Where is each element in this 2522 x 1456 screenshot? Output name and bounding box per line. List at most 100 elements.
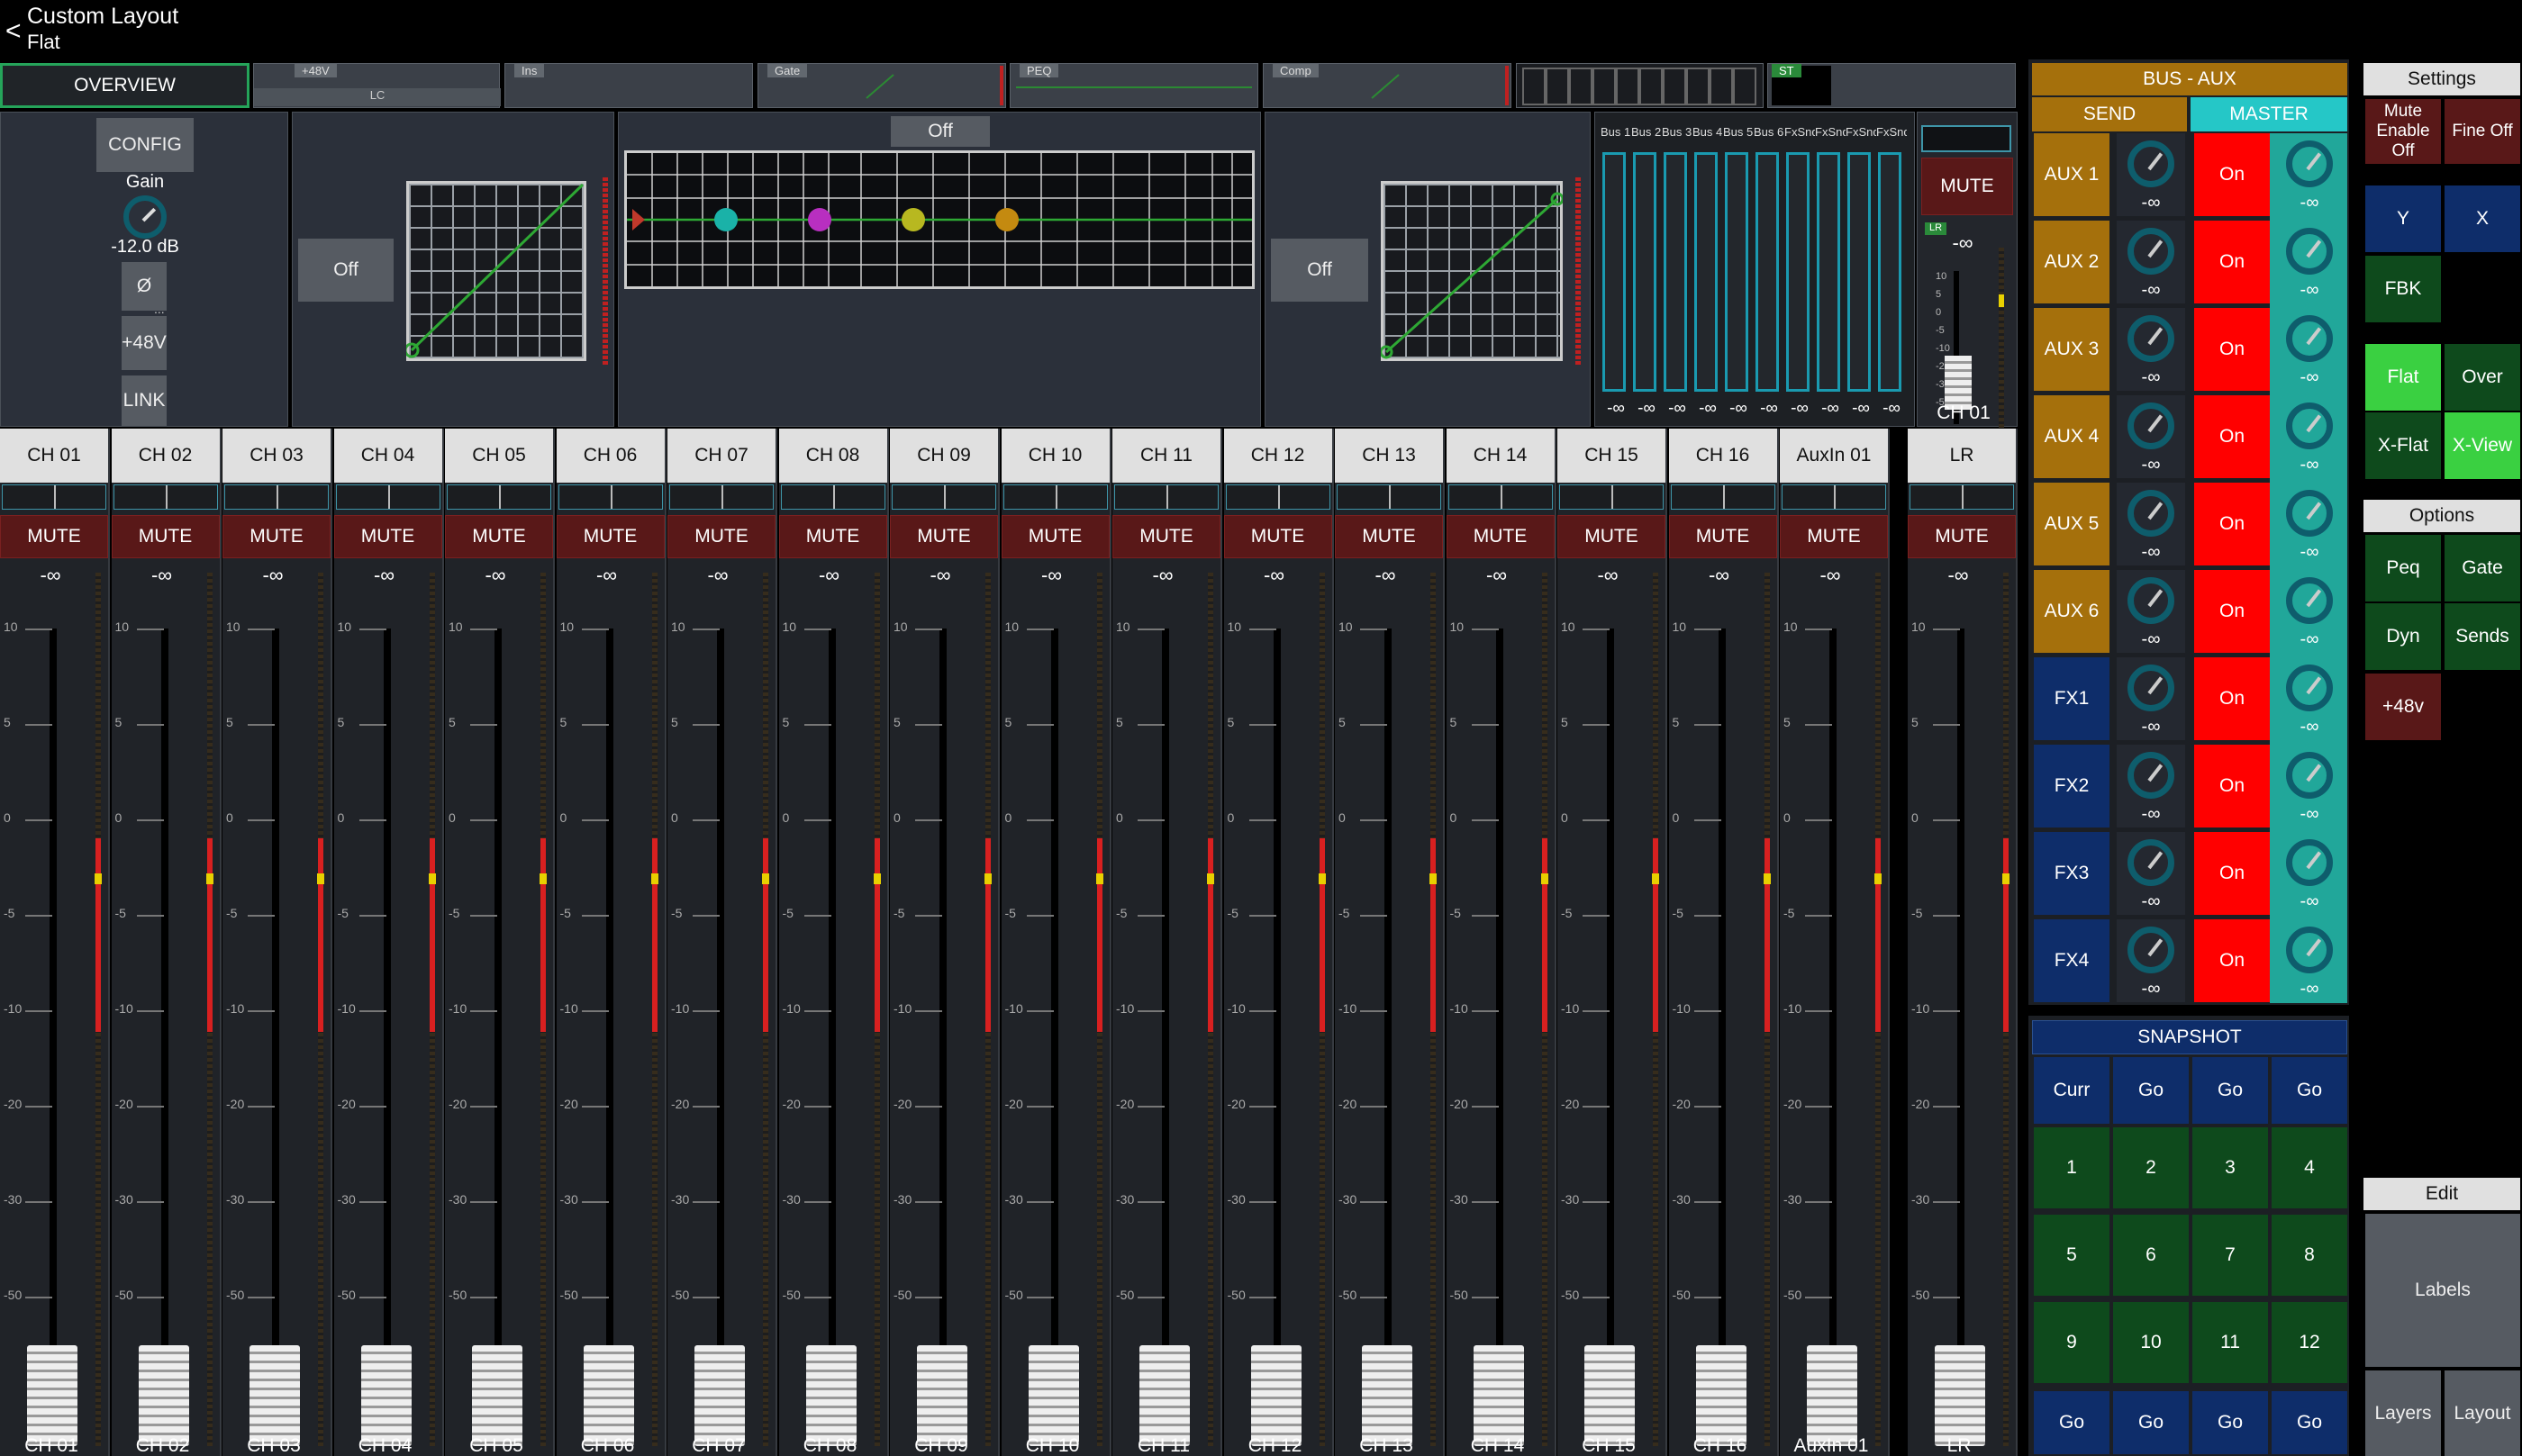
- mute-button[interactable]: MUTE: [112, 515, 220, 558]
- ins-module[interactable]: Ins: [504, 63, 753, 108]
- gate-module[interactable]: Gate: [758, 63, 1006, 108]
- send-knob[interactable]: [2127, 665, 2174, 711]
- mute-button[interactable]: MUTE: [0, 515, 108, 558]
- send-knob[interactable]: [2127, 315, 2174, 362]
- fader-cap[interactable]: [584, 1345, 634, 1446]
- xflat-button[interactable]: X-Flat: [2365, 412, 2441, 479]
- pan-slider[interactable]: [781, 484, 885, 510]
- snapshot-slot-button[interactable]: 9: [2034, 1302, 2109, 1383]
- send-tab[interactable]: SEND: [2032, 97, 2187, 131]
- opt-sends-button[interactable]: Sends: [2445, 603, 2520, 670]
- layout-button[interactable]: Layout: [2445, 1370, 2520, 1456]
- master-fader-cap[interactable]: [1935, 1345, 1985, 1446]
- master-balance[interactable]: [1910, 484, 2014, 510]
- channel-name[interactable]: CH 16: [1669, 429, 1777, 483]
- st-module[interactable]: ST: [1767, 63, 2016, 108]
- comp-off-button[interactable]: Off: [1271, 239, 1368, 302]
- xview-button[interactable]: X-View: [2445, 412, 2520, 479]
- opt-gate-button[interactable]: Gate: [2445, 535, 2520, 601]
- master-knob[interactable]: [2286, 839, 2333, 886]
- bus-select-button[interactable]: FX1: [2034, 657, 2109, 740]
- snapshot-go-button[interactable]: Go: [2034, 1391, 2109, 1454]
- y-button[interactable]: Y: [2365, 185, 2441, 252]
- master-knob[interactable]: [2286, 577, 2333, 624]
- layers-button[interactable]: Layers: [2365, 1370, 2441, 1456]
- mute-button[interactable]: MUTE: [1002, 515, 1110, 558]
- snapshot-go-button[interactable]: Go: [2272, 1391, 2347, 1454]
- snapshot-slot-button[interactable]: 12: [2272, 1302, 2347, 1383]
- channel-name[interactable]: CH 05: [445, 429, 553, 483]
- snapshot-slot-button[interactable]: 8: [2272, 1215, 2347, 1296]
- overview-tab[interactable]: OVERVIEW: [0, 63, 249, 108]
- back-icon[interactable]: <: [5, 16, 22, 47]
- selected-fader-cap[interactable]: [1945, 356, 1972, 410]
- mute-enable-button[interactable]: Mute Enable Off: [2365, 99, 2441, 164]
- channel-name[interactable]: CH 07: [667, 429, 776, 483]
- master-knob[interactable]: [2286, 490, 2333, 537]
- bus-select-button[interactable]: AUX 6: [2034, 570, 2109, 653]
- channel-name[interactable]: CH 06: [557, 429, 665, 483]
- channel-name[interactable]: CH 15: [1557, 429, 1665, 483]
- channel-name[interactable]: CH 12: [1224, 429, 1332, 483]
- master-knob[interactable]: [2286, 315, 2333, 362]
- send-bus-bar[interactable]: [1725, 152, 1748, 392]
- mute-button[interactable]: MUTE: [779, 515, 887, 558]
- snapshot-slot-button[interactable]: 10: [2113, 1302, 2189, 1383]
- bus-select-button[interactable]: AUX 5: [2034, 483, 2109, 565]
- mute-button[interactable]: MUTE: [1669, 515, 1777, 558]
- channel-name[interactable]: CH 13: [1335, 429, 1443, 483]
- fader-cap[interactable]: [1029, 1345, 1079, 1446]
- pan-slider[interactable]: [447, 484, 551, 510]
- pan-slider[interactable]: [1003, 484, 1108, 510]
- channel-name[interactable]: CH 14: [1447, 429, 1555, 483]
- snapshot-slot-button[interactable]: 3: [2192, 1127, 2268, 1208]
- snapshot-slot-button[interactable]: 1: [2034, 1127, 2109, 1208]
- mute-button[interactable]: MUTE: [1557, 515, 1665, 558]
- pan-slider[interactable]: [558, 484, 663, 510]
- peq-graph[interactable]: [624, 150, 1255, 289]
- pan-slider[interactable]: [1671, 484, 1775, 510]
- send-knob[interactable]: [2127, 927, 2174, 973]
- fader-cap[interactable]: [1139, 1345, 1190, 1446]
- opt-dyn-button[interactable]: Dyn: [2365, 603, 2441, 670]
- fader-cap[interactable]: [806, 1345, 857, 1446]
- sends-mini-module[interactable]: [1516, 63, 1764, 108]
- pan-slider[interactable]: [1559, 484, 1664, 510]
- bus-select-button[interactable]: FX4: [2034, 919, 2109, 1002]
- selected-mute-button[interactable]: MUTE: [1921, 158, 2013, 215]
- bus-on-button[interactable]: On: [2194, 745, 2270, 827]
- pan-slider[interactable]: [892, 484, 996, 510]
- master-knob[interactable]: [2286, 228, 2333, 275]
- fader-cap[interactable]: [694, 1345, 745, 1446]
- send-bus-bar[interactable]: [1755, 152, 1779, 392]
- mute-button[interactable]: MUTE: [557, 515, 665, 558]
- master-name[interactable]: LR: [1908, 429, 2016, 483]
- fader-cap[interactable]: [472, 1345, 522, 1446]
- gain-knob[interactable]: [123, 195, 167, 239]
- fader-cap[interactable]: [917, 1345, 967, 1446]
- bus-on-button[interactable]: On: [2194, 133, 2270, 216]
- bus-select-button[interactable]: AUX 4: [2034, 395, 2109, 478]
- bus-on-button[interactable]: On: [2194, 221, 2270, 303]
- bus-select-button[interactable]: FX2: [2034, 745, 2109, 827]
- gate-off-button[interactable]: Off: [298, 239, 394, 302]
- pan-slider[interactable]: [2, 484, 106, 510]
- fbk-button[interactable]: FBK: [2365, 256, 2441, 322]
- snapshot-slot-button[interactable]: 2: [2113, 1127, 2189, 1208]
- send-bus-bar[interactable]: [1602, 152, 1626, 392]
- send-bus-bar[interactable]: [1694, 152, 1718, 392]
- bus-on-button[interactable]: On: [2194, 395, 2270, 478]
- p48-button[interactable]: +48V: [122, 316, 167, 370]
- preamp-module[interactable]: +48V LC: [253, 63, 500, 108]
- fader-cap[interactable]: [1696, 1345, 1746, 1446]
- snapshot-go-button[interactable]: Go: [2192, 1057, 2268, 1124]
- send-knob[interactable]: [2127, 577, 2174, 624]
- send-bus-bar[interactable]: [1664, 152, 1687, 392]
- mute-button[interactable]: MUTE: [890, 515, 998, 558]
- channel-name[interactable]: CH 09: [890, 429, 998, 483]
- mute-button[interactable]: MUTE: [667, 515, 776, 558]
- fader-cap[interactable]: [27, 1345, 77, 1446]
- master-knob[interactable]: [2286, 927, 2333, 973]
- snapshot-curr-button[interactable]: Curr: [2034, 1057, 2109, 1124]
- snapshot-slot-button[interactable]: 11: [2192, 1302, 2268, 1383]
